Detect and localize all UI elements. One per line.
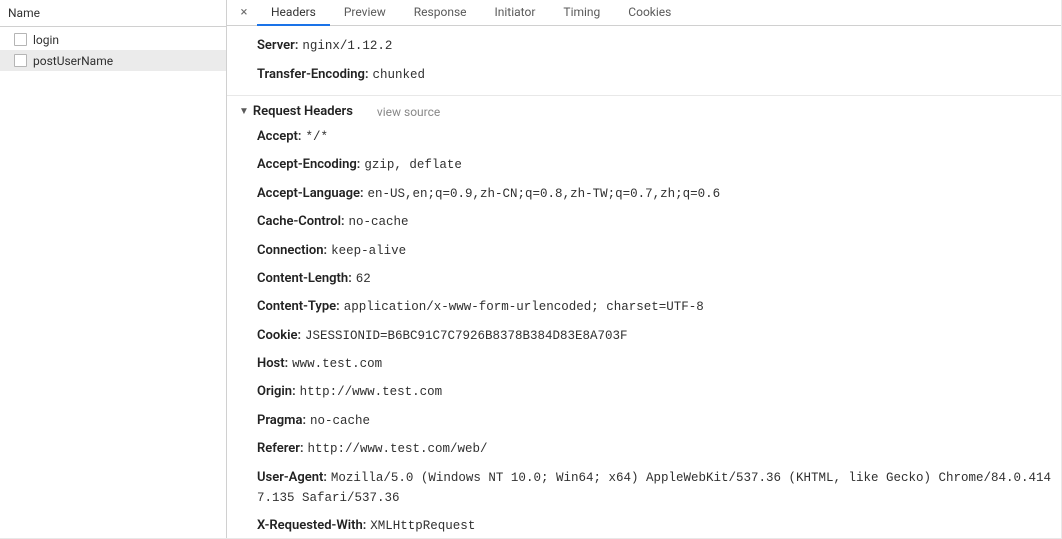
view-source-link[interactable]: view source xyxy=(377,105,440,119)
colon: : xyxy=(302,413,306,428)
header-row: Content-Length:62 xyxy=(227,265,1061,293)
file-icon xyxy=(14,54,27,67)
tab-initiator[interactable]: Initiator xyxy=(481,0,550,26)
header-key: Host xyxy=(257,356,285,371)
header-value: 62 xyxy=(356,272,371,286)
colon: : xyxy=(323,470,327,485)
colon: : xyxy=(360,186,364,201)
tab-headers[interactable]: Headers xyxy=(257,0,330,26)
header-value: http://www.test.com/web/ xyxy=(308,442,488,456)
header-key: Cookie xyxy=(257,328,297,343)
header-key: X-Requested-With xyxy=(257,518,363,533)
header-value: http://www.test.com xyxy=(300,385,443,399)
header-value: nginx/1.12.2 xyxy=(302,39,392,53)
colon: : xyxy=(336,299,340,314)
header-key: Connection xyxy=(257,243,324,258)
header-value: Mozilla/5.0 (Windows NT 10.0; Win64; x64… xyxy=(257,471,1051,505)
header-row: User-Agent:Mozilla/5.0 (Windows NT 10.0;… xyxy=(227,464,1061,513)
header-row: Pragma: no-cache xyxy=(227,407,1061,435)
header-row: Accept-Language: en-US,en;q=0.9,zh-CN;q=0… xyxy=(227,180,1061,208)
header-row: Server:nginx/1.12.2 xyxy=(227,32,1061,60)
colon: : xyxy=(365,67,369,82)
headers-content: Server:nginx/1.12.2Transfer-Encoding:chu… xyxy=(227,26,1061,538)
colon: : xyxy=(341,214,345,229)
header-row: Content-Type: application/x-www-form-urle… xyxy=(227,293,1061,321)
header-row: X-Requested-With:XMLHttpRequest xyxy=(227,512,1061,538)
devtools-network-panel: Name loginpostUserName × HeadersPreviewR… xyxy=(0,0,1062,539)
request-row[interactable]: postUserName xyxy=(0,50,226,71)
header-value: gzip, deflate xyxy=(364,158,462,172)
header-value: no-cache xyxy=(349,215,409,229)
header-key: User-Agent xyxy=(257,470,323,485)
colon: : xyxy=(363,518,367,533)
header-key: Pragma xyxy=(257,413,302,428)
header-key: Origin xyxy=(257,384,292,399)
header-row: Cookie: JSESSIONID=B6BC91C7C7926B8378B384… xyxy=(227,322,1061,350)
request-row[interactable]: login xyxy=(0,29,226,50)
header-value: JSESSIONID=B6BC91C7C7926B8378B384D83E8A7… xyxy=(305,329,628,343)
colon: : xyxy=(292,384,296,399)
file-icon xyxy=(14,33,27,46)
colon: : xyxy=(357,157,361,172)
tab-cookies[interactable]: Cookies xyxy=(614,0,685,26)
details-tabbar: × HeadersPreviewResponseInitiatorTimingC… xyxy=(227,0,1061,26)
header-key: Content-Length xyxy=(257,271,348,286)
request-label: login xyxy=(33,33,59,47)
header-key: Accept-Encoding xyxy=(257,157,357,172)
colon: : xyxy=(295,38,299,53)
header-row: Cache-Control: no-cache xyxy=(227,208,1061,236)
header-row: Accept:*/* xyxy=(227,123,1061,151)
header-value: chunked xyxy=(372,68,425,82)
request-headers-section[interactable]: ▼ Request Headers view source xyxy=(227,95,1061,123)
header-value: no-cache xyxy=(310,414,370,428)
header-row: Accept-Encoding:gzip, deflate xyxy=(227,151,1061,179)
section-title: Request Headers xyxy=(253,104,353,119)
tab-response[interactable]: Response xyxy=(400,0,481,26)
header-value: XMLHttpRequest xyxy=(370,519,475,533)
header-row: Connection:keep-alive xyxy=(227,237,1061,265)
sidebar-column-header[interactable]: Name xyxy=(0,0,226,27)
header-key: Transfer-Encoding xyxy=(257,67,365,82)
header-row: Origin: http://www.test.com xyxy=(227,378,1061,406)
header-key: Accept-Language xyxy=(257,186,360,201)
header-key: Server xyxy=(257,38,295,53)
request-list: login postUserName xyxy=(0,27,226,71)
tab-preview[interactable]: Preview xyxy=(330,0,400,26)
colon: : xyxy=(348,271,352,286)
colon: : xyxy=(324,243,328,258)
header-value: www.test.com xyxy=(292,357,382,371)
header-key: Cache-Control xyxy=(257,214,341,229)
colon: : xyxy=(300,441,304,456)
colon: : xyxy=(297,328,301,343)
request-list-sidebar: Name login postUserName xyxy=(0,0,227,538)
header-row: Referer: http://www.test.com/web/ xyxy=(227,435,1061,463)
header-row: Host:www.test.com xyxy=(227,350,1061,378)
request-label: postUserName xyxy=(33,54,113,68)
header-value: en-US,en;q=0.9,zh-CN;q=0.8,zh-TW;q=0.7,z… xyxy=(368,187,721,201)
disclosure-triangle-icon[interactable]: ▼ xyxy=(239,106,249,117)
header-key: Accept xyxy=(257,129,298,144)
header-row: Transfer-Encoding:chunked xyxy=(227,61,1061,89)
tab-timing[interactable]: Timing xyxy=(549,0,614,26)
header-value: application/x-www-form-urlencoded; chars… xyxy=(344,300,704,314)
header-key: Content-Type xyxy=(257,299,336,314)
header-key: Referer xyxy=(257,441,300,456)
close-icon[interactable]: × xyxy=(231,0,257,25)
colon: : xyxy=(285,356,289,371)
colon: : xyxy=(298,129,302,144)
details-panel: × HeadersPreviewResponseInitiatorTimingC… xyxy=(227,0,1061,538)
header-value: keep-alive xyxy=(331,244,406,258)
header-value: */* xyxy=(305,130,328,144)
